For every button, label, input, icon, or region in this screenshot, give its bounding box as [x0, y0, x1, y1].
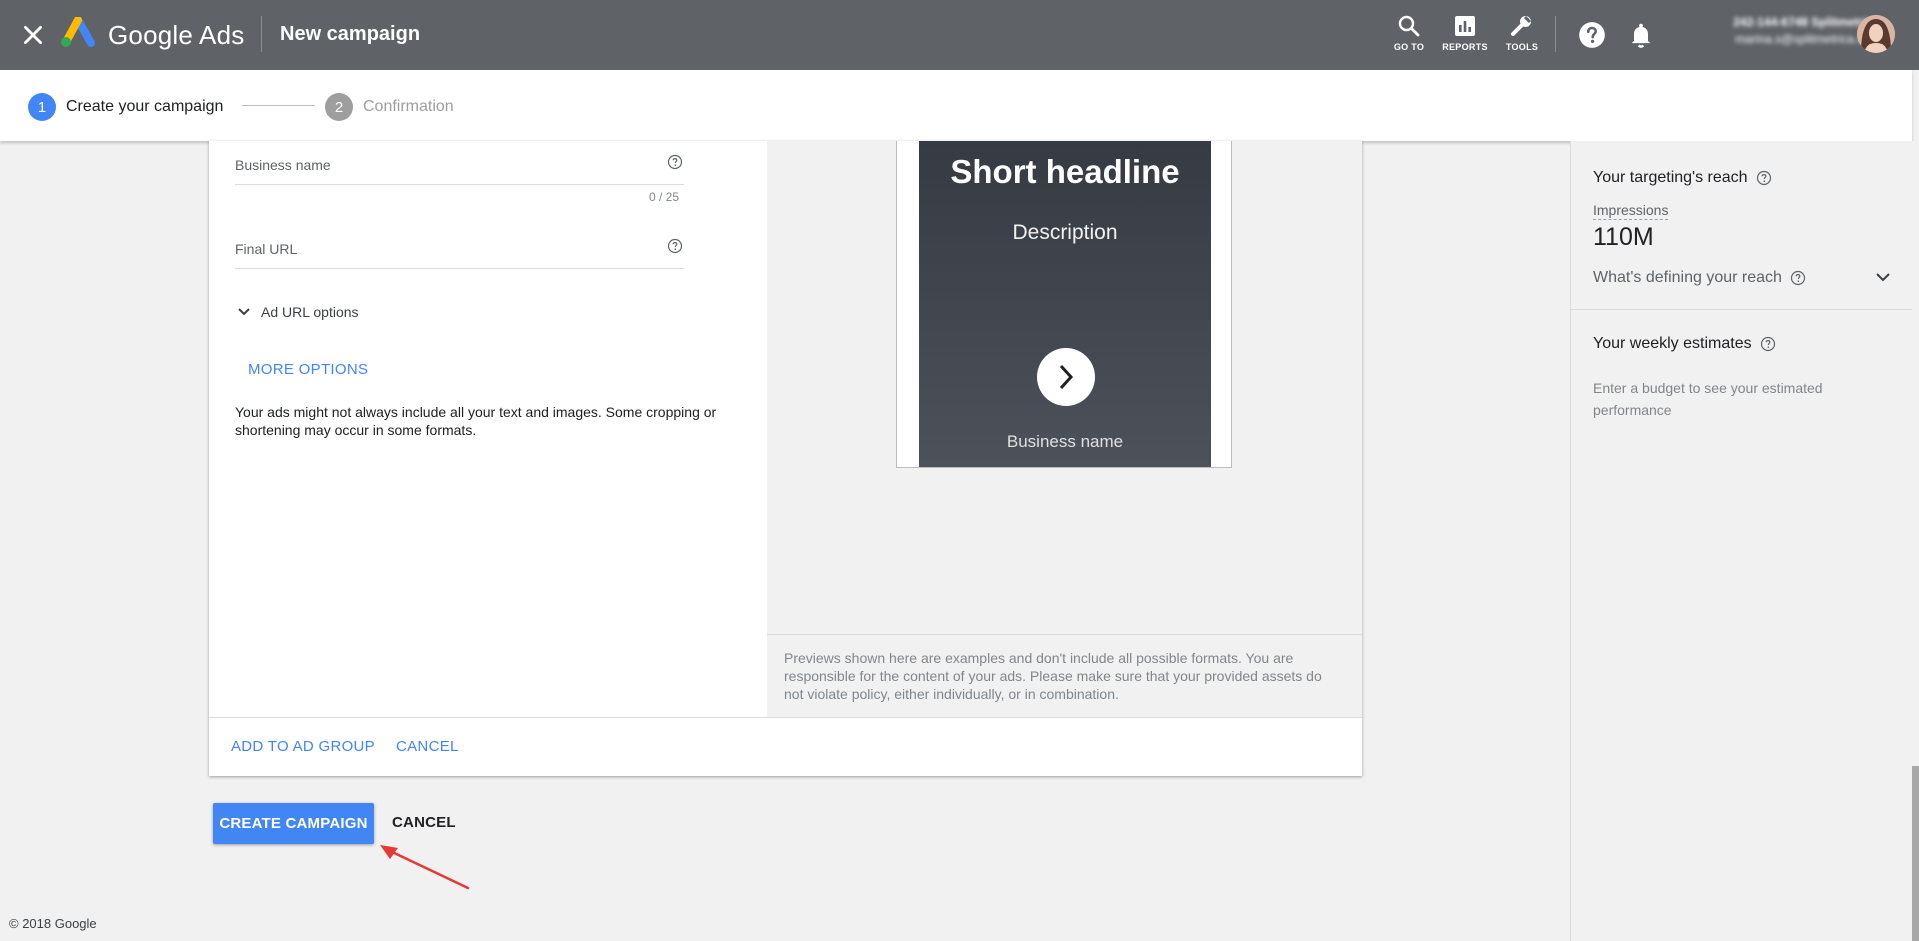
preview-headline: Short headline: [950, 153, 1180, 190]
help-icon[interactable]: [1760, 336, 1776, 352]
panel-divider: [1571, 309, 1913, 310]
account-email: marina.s@splitmetrica.com: [1735, 32, 1880, 46]
help-icon[interactable]: [1578, 21, 1606, 49]
phone-preview-frame: Short headline Description Business name: [896, 141, 1232, 468]
ad-preview: Short headline Description Business name: [919, 141, 1211, 467]
chevron-right-icon: [1059, 364, 1074, 390]
preview-next-button[interactable]: [1037, 348, 1095, 406]
preview-divider: [767, 634, 1362, 635]
weekly-estimates-note: Enter a budget to see your estimated per…: [1593, 380, 1823, 418]
cancel-button[interactable]: CANCEL: [392, 814, 456, 831]
card-cancel-button[interactable]: CANCEL: [396, 738, 459, 755]
goto-button[interactable]: GO TO: [1379, 14, 1439, 52]
character-counter: 0 / 25: [649, 190, 680, 204]
card-footer-divider: [209, 717, 1362, 718]
chevron-down-icon[interactable]: [1875, 271, 1891, 283]
user-avatar-icon: [1857, 15, 1895, 53]
help-icon[interactable]: [1756, 170, 1772, 186]
more-options-button[interactable]: MORE OPTIONS: [248, 361, 368, 378]
add-to-ad-group-button[interactable]: ADD TO AD GROUP: [231, 738, 375, 755]
defining-reach-toggle[interactable]: What's defining your reach: [1593, 269, 1806, 287]
reports-button[interactable]: REPORTS: [1435, 14, 1495, 52]
reports-label: REPORTS: [1442, 42, 1488, 52]
tools-divider: [1555, 16, 1556, 52]
business-name-underline: [235, 184, 684, 185]
final-url-underline: [235, 268, 684, 269]
step-confirmation[interactable]: 2 Confirmation: [325, 93, 454, 121]
close-icon[interactable]: [20, 22, 46, 48]
ad-preview-panel: Short headline Description Business name…: [767, 141, 1362, 717]
reach-title: Your targeting's reach: [1593, 169, 1772, 187]
final-url-field[interactable]: Final URL: [235, 241, 297, 257]
avatar[interactable]: [1857, 15, 1895, 53]
create-campaign-button[interactable]: CREATE CAMPAIGN: [213, 803, 374, 844]
brand-name: Google Ads: [108, 20, 245, 50]
business-name-field[interactable]: Business name: [235, 157, 331, 173]
step-number: 2: [325, 93, 353, 121]
ad-editor-card: Business name 0 / 25 Final URL Ad URL op…: [209, 141, 1362, 776]
annotation-arrow-icon: [380, 845, 470, 890]
tools-button[interactable]: TOOLS: [1492, 14, 1552, 52]
weekly-estimates-text: Your weekly estimates: [1593, 335, 1752, 352]
preview-description: Description: [1012, 221, 1118, 244]
page-title: New campaign: [280, 23, 421, 45]
defining-reach-label: What's defining your reach: [1593, 269, 1782, 286]
tools-label: TOOLS: [1505, 42, 1539, 52]
reach-title-text: Your targeting's reach: [1593, 169, 1748, 186]
header-divider: [261, 16, 262, 52]
top-app-bar: Google Ads New campaign GO TO REPORTS TO…: [0, 0, 1919, 70]
copyright-footer: © 2018 Google: [9, 916, 97, 931]
step-number: 1: [28, 93, 56, 121]
impressions-label[interactable]: Impressions: [1593, 202, 1669, 220]
impressions-value: 110M: [1593, 223, 1654, 251]
help-icon[interactable]: [667, 238, 683, 254]
goto-label: GO TO: [1393, 42, 1425, 52]
reports-icon: [1455, 16, 1475, 36]
search-icon: [1398, 15, 1420, 37]
step-label: Create your campaign: [66, 98, 224, 115]
step-label: Confirmation: [363, 98, 454, 115]
weekly-estimates-title: Your weekly estimates: [1593, 335, 1776, 353]
account-info[interactable]: 242-144-6748 Splitmetrica marina.s@split…: [1675, 15, 1880, 46]
chevron-down-icon: [238, 308, 250, 316]
notifications-bell-icon[interactable]: [1627, 21, 1655, 49]
help-icon[interactable]: [1790, 270, 1806, 286]
step-create-campaign[interactable]: 1 Create your campaign: [28, 93, 223, 121]
wrench-icon: [1511, 15, 1532, 36]
cropping-note: Your ads might not always include all yo…: [235, 404, 717, 438]
ad-url-options-label: Ad URL options: [261, 304, 359, 320]
ad-url-options-toggle[interactable]: Ad URL options: [237, 304, 359, 320]
help-icon[interactable]: [667, 154, 683, 170]
campaign-stepper: 1 Create your campaign 2 Confirmation: [0, 70, 1912, 141]
preview-disclaimer: Previews shown here are examples and don…: [784, 650, 1322, 702]
preview-business-name: Business name: [1006, 432, 1124, 451]
account-id: 242-144-6748 Splitmetrica: [1733, 15, 1880, 29]
step-connector: [242, 105, 315, 106]
google-ads-logo[interactable]: [58, 17, 96, 49]
scrollbar-thumb[interactable]: [1912, 766, 1919, 941]
reach-estimates-panel: Your targeting's reach Impressions 110M …: [1570, 141, 1913, 941]
